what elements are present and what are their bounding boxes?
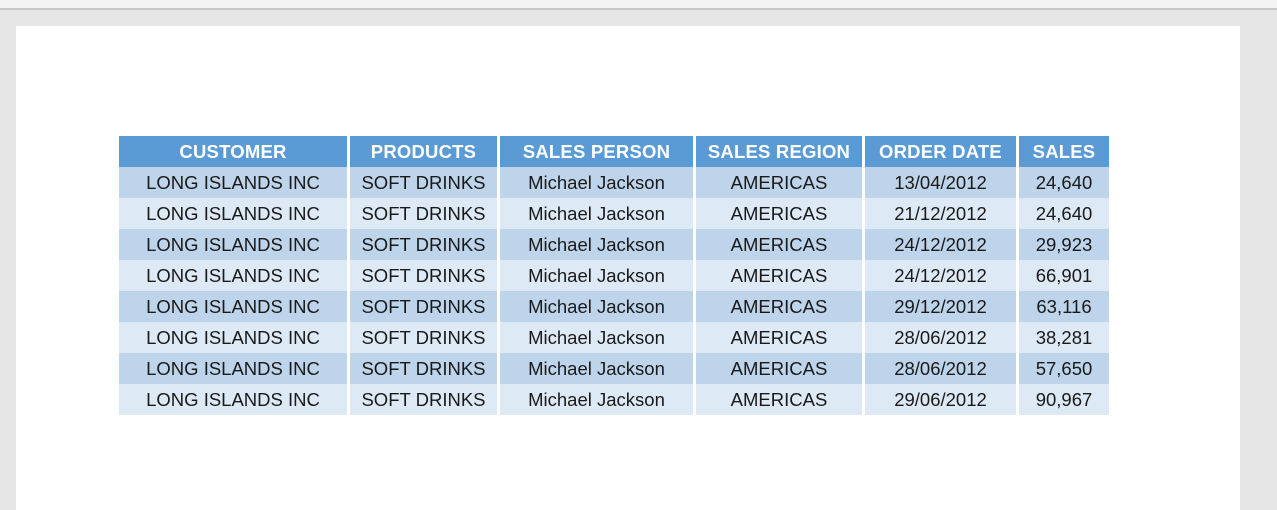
table-header-row: CUSTOMER PRODUCTS SALES PERSON SALES REG… xyxy=(119,136,1109,167)
cell-orderdate[interactable]: 24/12/2012 xyxy=(865,260,1019,291)
cell-products[interactable]: SOFT DRINKS xyxy=(350,353,500,384)
cell-customer[interactable]: LONG ISLANDS INC xyxy=(119,384,350,415)
table-row[interactable]: LONG ISLANDS INC SOFT DRINKS Michael Jacks… xyxy=(119,384,1109,415)
cell-salesperson[interactable]: Michael Jackson xyxy=(500,229,696,260)
table-row[interactable]: LONG ISLANDS INC SOFT DRINKS Michael Jacks… xyxy=(119,353,1109,384)
table-row[interactable]: LONG ISLANDS INC SOFT DRINKS Michael Jacks… xyxy=(119,167,1109,198)
table-header: CUSTOMER PRODUCTS SALES PERSON SALES REG… xyxy=(119,136,1109,167)
cell-customer[interactable]: LONG ISLANDS INC xyxy=(119,353,350,384)
window-top-strip xyxy=(0,0,1277,8)
cell-salesperson[interactable]: Michael Jackson xyxy=(500,384,696,415)
column-header-sales[interactable]: SALES xyxy=(1019,136,1109,167)
cell-orderdate[interactable]: 24/12/2012 xyxy=(865,229,1019,260)
cell-salesregion[interactable]: AMERICAS xyxy=(696,167,865,198)
cell-products[interactable]: SOFT DRINKS xyxy=(350,198,500,229)
cell-products[interactable]: SOFT DRINKS xyxy=(350,291,500,322)
cell-orderdate[interactable]: 21/12/2012 xyxy=(865,198,1019,229)
column-header-order-date[interactable]: ORDER DATE xyxy=(865,136,1019,167)
cell-sales[interactable]: 57,650 xyxy=(1019,353,1109,384)
cell-salesperson[interactable]: Michael Jackson xyxy=(500,291,696,322)
table-row[interactable]: LONG ISLANDS INC SOFT DRINKS Michael Jacks… xyxy=(119,291,1109,322)
cell-salesregion[interactable]: AMERICAS xyxy=(696,260,865,291)
cell-customer[interactable]: LONG ISLANDS INC xyxy=(119,260,350,291)
document-page: CUSTOMER PRODUCTS SALES PERSON SALES REG… xyxy=(16,26,1240,510)
table-row[interactable]: LONG ISLANDS INC SOFT DRINKS Michael Jacks… xyxy=(119,322,1109,353)
cell-products[interactable]: SOFT DRINKS xyxy=(350,322,500,353)
cell-customer[interactable]: LONG ISLANDS INC xyxy=(119,322,350,353)
cell-salesregion[interactable]: AMERICAS xyxy=(696,229,865,260)
cell-products[interactable]: SOFT DRINKS xyxy=(350,229,500,260)
cell-salesperson[interactable]: Michael Jackson xyxy=(500,260,696,291)
cell-sales[interactable]: 24,640 xyxy=(1019,198,1109,229)
cell-sales[interactable]: 63,116 xyxy=(1019,291,1109,322)
cell-orderdate[interactable]: 13/04/2012 xyxy=(865,167,1019,198)
cell-orderdate[interactable]: 28/06/2012 xyxy=(865,353,1019,384)
column-header-customer[interactable]: CUSTOMER xyxy=(119,136,350,167)
cell-products[interactable]: SOFT DRINKS xyxy=(350,384,500,415)
cell-salesregion[interactable]: AMERICAS xyxy=(696,198,865,229)
cell-sales[interactable]: 29,923 xyxy=(1019,229,1109,260)
column-header-sales-region[interactable]: SALES REGION xyxy=(696,136,865,167)
cell-orderdate[interactable]: 28/06/2012 xyxy=(865,322,1019,353)
cell-sales[interactable]: 90,967 xyxy=(1019,384,1109,415)
column-header-products[interactable]: PRODUCTS xyxy=(350,136,500,167)
cell-salesperson[interactable]: Michael Jackson xyxy=(500,322,696,353)
cell-sales[interactable]: 24,640 xyxy=(1019,167,1109,198)
column-header-sales-person[interactable]: SALES PERSON xyxy=(500,136,696,167)
cell-sales[interactable]: 66,901 xyxy=(1019,260,1109,291)
cell-customer[interactable]: LONG ISLANDS INC xyxy=(119,229,350,260)
cell-salesregion[interactable]: AMERICAS xyxy=(696,291,865,322)
cell-sales[interactable]: 38,281 xyxy=(1019,322,1109,353)
cell-customer[interactable]: LONG ISLANDS INC xyxy=(119,198,350,229)
cell-salesregion[interactable]: AMERICAS xyxy=(696,353,865,384)
cell-salesperson[interactable]: Michael Jackson xyxy=(500,167,696,198)
cell-salesperson[interactable]: Michael Jackson xyxy=(500,198,696,229)
cell-orderdate[interactable]: 29/06/2012 xyxy=(865,384,1019,415)
cell-customer[interactable]: LONG ISLANDS INC xyxy=(119,167,350,198)
cell-products[interactable]: SOFT DRINKS xyxy=(350,260,500,291)
cell-products[interactable]: SOFT DRINKS xyxy=(350,167,500,198)
document-canvas: CUSTOMER PRODUCTS SALES PERSON SALES REG… xyxy=(0,10,1277,510)
cell-salesregion[interactable]: AMERICAS xyxy=(696,384,865,415)
table-body: LONG ISLANDS INC SOFT DRINKS Michael Jacks… xyxy=(119,167,1109,415)
table-row[interactable]: LONG ISLANDS INC SOFT DRINKS Michael Jacks… xyxy=(119,198,1109,229)
cell-orderdate[interactable]: 29/12/2012 xyxy=(865,291,1019,322)
cell-salesperson[interactable]: Michael Jackson xyxy=(500,353,696,384)
sales-table: CUSTOMER PRODUCTS SALES PERSON SALES REG… xyxy=(119,136,1109,415)
cell-customer[interactable]: LONG ISLANDS INC xyxy=(119,291,350,322)
table-row[interactable]: LONG ISLANDS INC SOFT DRINKS Michael Jacks… xyxy=(119,260,1109,291)
table-row[interactable]: LONG ISLANDS INC SOFT DRINKS Michael Jacks… xyxy=(119,229,1109,260)
cell-salesregion[interactable]: AMERICAS xyxy=(696,322,865,353)
